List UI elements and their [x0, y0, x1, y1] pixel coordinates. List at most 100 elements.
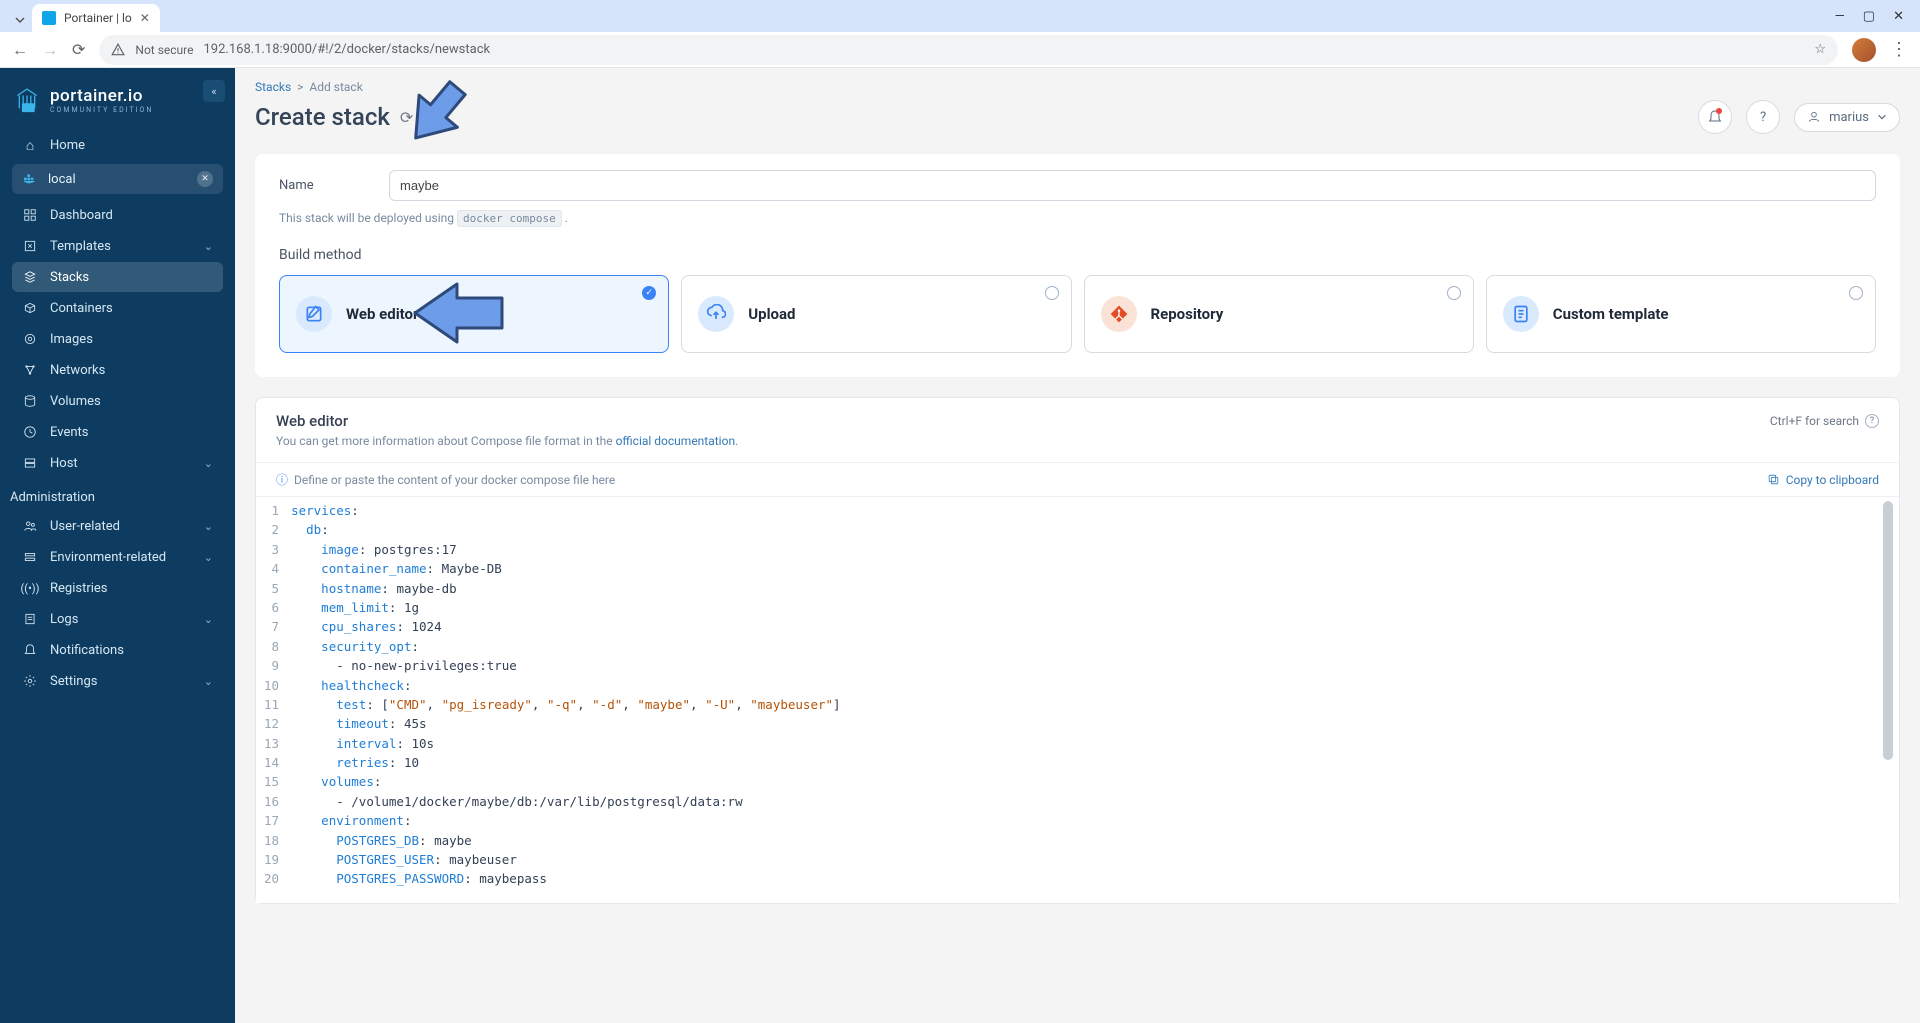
code-content[interactable]: services: db: image: postgres:17 contain…	[291, 497, 1899, 893]
browser-chrome: Portainer | lo ✕ — ▢ ✕	[0, 0, 1920, 32]
portainer-logo-icon	[14, 84, 40, 116]
security-label: Not secure	[135, 43, 193, 57]
logo-subtext: COMMUNITY EDITION	[50, 106, 153, 114]
code-scrollbar[interactable]	[1883, 501, 1895, 899]
env-close-icon[interactable]: ✕	[197, 171, 213, 187]
scrollbar-thumb[interactable]	[1883, 501, 1893, 760]
images-icon	[22, 331, 38, 347]
build-option-web-editor[interactable]: Web editor	[279, 275, 669, 353]
chevron-down-icon: ⌄	[204, 675, 213, 688]
environment-pill[interactable]: local ✕	[12, 164, 223, 194]
events-icon	[22, 424, 38, 440]
notifications-button[interactable]	[1698, 100, 1732, 134]
editor-search-hint: Ctrl+F for search ?	[1770, 414, 1879, 428]
sidebar-item-label: Templates	[50, 239, 111, 254]
docs-link[interactable]: official documentation	[616, 434, 736, 448]
editor-subtext: You can get more information about Compo…	[256, 430, 1899, 462]
sidebar-item-containers[interactable]: Containers	[12, 293, 223, 323]
sidebar-item-environment-related[interactable]: Environment-related ⌄	[12, 542, 223, 572]
sidebar-item-label: Registries	[50, 581, 108, 596]
env-icon	[22, 549, 38, 565]
editor-title: Web editor	[276, 412, 348, 430]
name-label: Name	[279, 178, 349, 193]
bookmark-icon[interactable]: ☆	[1814, 42, 1826, 57]
sidebar-item-volumes[interactable]: Volumes	[12, 386, 223, 416]
sidebar-item-label: Environment-related	[50, 550, 166, 565]
editor-define-hint: ⓘ Define or paste the content of your do…	[276, 471, 615, 488]
admin-section-label: Administration	[0, 478, 235, 511]
logo[interactable]: portainer.io COMMUNITY EDITION	[0, 78, 235, 130]
upload-icon	[698, 296, 734, 332]
docker-icon	[22, 171, 38, 187]
close-window-icon[interactable]: ✕	[1893, 9, 1904, 24]
chevron-down-icon: ⌄	[204, 240, 213, 253]
collapse-sidebar-button[interactable]: «	[203, 80, 225, 102]
back-icon[interactable]: ←	[12, 40, 28, 60]
help-icon[interactable]: ?	[1865, 414, 1879, 428]
sidebar: « portainer.io COMMUNITY EDITION ⌂ Home	[0, 68, 235, 1023]
build-option-label: Web editor	[346, 305, 419, 323]
sidebar-item-label: Images	[50, 332, 93, 347]
url-bar[interactable]: Not secure 192.168.1.18:9000/#!/2/docker…	[99, 35, 1838, 65]
insecure-icon	[111, 43, 125, 57]
sidebar-item-label: User-related	[50, 519, 120, 534]
repository-icon	[1101, 296, 1137, 332]
favicon-icon	[42, 11, 56, 25]
sidebar-item-settings[interactable]: Settings ⌄	[12, 666, 223, 696]
user-name: marius	[1829, 110, 1869, 125]
build-option-custom-template[interactable]: Custom template	[1486, 275, 1876, 353]
profile-avatar[interactable]	[1852, 38, 1876, 62]
maximize-icon[interactable]: ▢	[1863, 9, 1875, 24]
reload-icon[interactable]: ⟳	[72, 40, 85, 59]
sidebar-item-networks[interactable]: Networks	[12, 355, 223, 385]
radio-indicator	[1045, 286, 1059, 300]
registries-icon: ((•))	[22, 580, 38, 596]
sidebar-item-registries[interactable]: ((•)) Registries	[12, 573, 223, 603]
sidebar-item-label: Notifications	[50, 643, 124, 658]
sidebar-item-label: Containers	[50, 301, 113, 316]
sidebar-item-label: Volumes	[50, 394, 101, 409]
sidebar-item-events[interactable]: Events	[12, 417, 223, 447]
radio-indicator	[1447, 286, 1461, 300]
host-icon	[22, 455, 38, 471]
dashboard-icon	[22, 207, 38, 223]
tab-list-icon[interactable]	[8, 8, 32, 32]
environment-label: local	[48, 172, 76, 187]
browser-tab[interactable]: Portainer | lo ✕	[32, 4, 160, 32]
copy-clipboard-button[interactable]: Copy to clipboard	[1767, 473, 1879, 487]
help-button[interactable]: ?	[1746, 100, 1780, 134]
sidebar-item-images[interactable]: Images	[12, 324, 223, 354]
chevron-down-icon: ⌄	[204, 613, 213, 626]
notifications-icon	[22, 642, 38, 658]
sidebar-item-home[interactable]: ⌂ Home	[12, 130, 223, 160]
sidebar-item-label: Networks	[50, 363, 105, 378]
minimize-icon[interactable]: —	[1835, 9, 1845, 24]
breadcrumb-root[interactable]: Stacks	[255, 80, 291, 94]
sidebar-item-logs[interactable]: Logs ⌄	[12, 604, 223, 634]
user-menu-button[interactable]: marius	[1794, 103, 1900, 132]
build-option-upload[interactable]: Upload	[681, 275, 1071, 353]
sidebar-item-stacks[interactable]: Stacks	[12, 262, 223, 292]
sidebar-item-templates[interactable]: Templates ⌄	[12, 231, 223, 261]
close-icon[interactable]: ✕	[140, 11, 150, 25]
menu-icon[interactable]: ⋮	[1890, 39, 1908, 60]
chevron-down-icon: ⌄	[204, 520, 213, 533]
build-option-label: Upload	[748, 305, 795, 323]
sidebar-item-label: Events	[50, 425, 88, 440]
radio-indicator	[1849, 286, 1863, 300]
stacks-icon	[22, 269, 38, 285]
sidebar-item-label: Logs	[50, 612, 78, 627]
sidebar-item-host[interactable]: Host ⌄	[12, 448, 223, 478]
sidebar-item-dashboard[interactable]: Dashboard	[12, 200, 223, 230]
code-gutter: 1234567891011121314151617181920	[256, 497, 291, 893]
sidebar-item-notifications[interactable]: Notifications	[12, 635, 223, 665]
refresh-icon[interactable]: ⟳	[400, 108, 413, 127]
code-editor[interactable]: 1234567891011121314151617181920 services…	[256, 496, 1899, 903]
radio-indicator	[642, 286, 656, 300]
stack-name-input[interactable]	[389, 170, 1876, 201]
home-icon: ⌂	[22, 137, 38, 153]
main-content: Stacks > Add stack Create stack ⟳ ?	[235, 68, 1920, 1023]
window-controls: — ▢ ✕	[1819, 0, 1920, 32]
sidebar-item-user-related[interactable]: User-related ⌄	[12, 511, 223, 541]
build-option-repository[interactable]: Repository	[1084, 275, 1474, 353]
